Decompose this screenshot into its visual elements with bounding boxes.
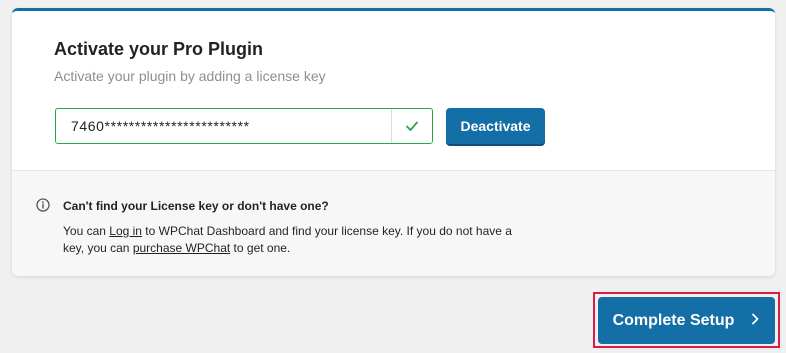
license-key-field [55,108,433,144]
help-heading: Can't find your License key or don't hav… [63,199,329,213]
purchase-link[interactable]: purchase WPChat [133,241,230,255]
chevron-right-icon [750,312,760,330]
info-icon [36,198,50,212]
page-title: Activate your Pro Plugin [54,39,264,59]
help-text: You can Log in to WPChat Dashboard and f… [63,223,513,257]
help-text-part3: to get one. [230,241,291,255]
check-icon [391,109,432,143]
page-subtitle: Activate your plugin by adding a license… [54,68,326,84]
deactivate-button[interactable]: Deactivate [446,108,545,144]
complete-setup-button[interactable]: Complete Setup [598,297,775,344]
help-section: Can't find your License key or don't hav… [12,171,775,276]
license-key-input[interactable] [56,109,391,143]
license-card: Activate your Pro Plugin Activate your p… [12,8,775,276]
login-link[interactable]: Log in [109,224,142,238]
complete-setup-label: Complete Setup [612,311,735,329]
help-text-part1: You can [63,224,110,238]
activation-section: Activate your Pro Plugin Activate your p… [12,11,775,171]
